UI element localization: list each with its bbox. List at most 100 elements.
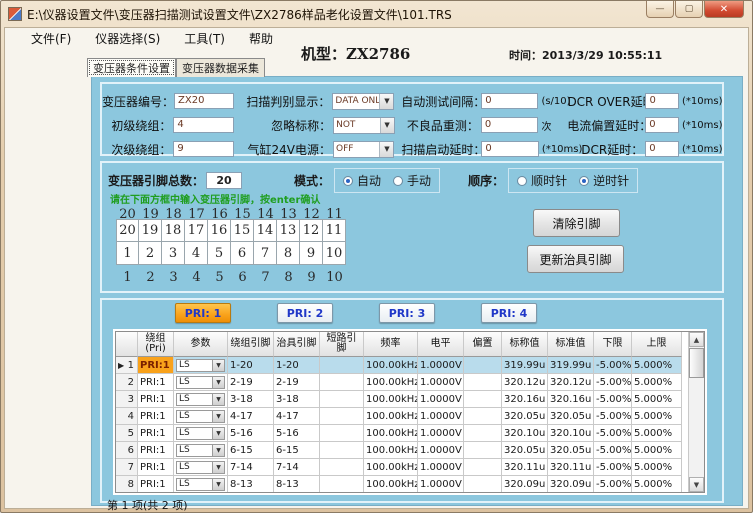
- standard-cell[interactable]: 320.05u: [548, 408, 594, 425]
- winding-pins-cell[interactable]: 7-14: [228, 459, 274, 476]
- dcr-over-delay-input[interactable]: 0: [645, 93, 679, 109]
- standard-cell[interactable]: 320.10u: [548, 425, 594, 442]
- chevron-down-icon[interactable]: ▼: [212, 428, 224, 439]
- fixture-pins-cell[interactable]: 2-19: [274, 374, 320, 391]
- param-select[interactable]: LS▼: [176, 444, 225, 457]
- level-cell[interactable]: 1.0000V: [418, 374, 464, 391]
- param-cell[interactable]: LS▼: [174, 476, 228, 493]
- order-option-1[interactable]: 顺时针: [517, 172, 567, 189]
- row-selector[interactable]: 2: [116, 374, 138, 391]
- nominal-cell[interactable]: 319.99u: [502, 357, 548, 374]
- fixture-pins-cell[interactable]: 4-17: [274, 408, 320, 425]
- pin-input-cell[interactable]: 8: [277, 242, 300, 265]
- chevron-down-icon[interactable]: ▼: [212, 411, 224, 422]
- scan-judge-display-select[interactable]: DATA ONLY▼: [332, 93, 394, 110]
- fixture-pins-cell[interactable]: 6-15: [274, 442, 320, 459]
- update-fixture-pins-button[interactable]: 更新治具引脚: [527, 245, 624, 273]
- pin-input-cell[interactable]: 2: [139, 242, 162, 265]
- current-bias-delay-input[interactable]: 0: [645, 117, 679, 133]
- titlebar[interactable]: E:\仪器设置文件\变压器扫描测试设置文件\ZX2786样品老化设置文件\101…: [1, 1, 752, 27]
- lower-limit-cell[interactable]: -5.00%: [594, 391, 632, 408]
- pri-1-button[interactable]: PRI: 1: [175, 303, 231, 323]
- nominal-cell[interactable]: 320.11u: [502, 459, 548, 476]
- pin-input-cell[interactable]: 3: [162, 242, 185, 265]
- param-select[interactable]: LS▼: [176, 410, 225, 423]
- table-row[interactable]: 8PRI:1LS▼8-138-13100.00kHz1.0000V320.09u…: [116, 476, 688, 493]
- upper-limit-cell[interactable]: 5.000%: [632, 425, 682, 442]
- auto-test-interval-input[interactable]: 0: [481, 93, 538, 109]
- standard-cell[interactable]: 320.16u: [548, 391, 594, 408]
- chevron-down-icon[interactable]: ▼: [379, 142, 393, 157]
- nominal-cell[interactable]: 320.09u: [502, 476, 548, 493]
- frequency-cell[interactable]: 100.00kHz: [364, 442, 418, 459]
- row-selector[interactable]: 5: [116, 425, 138, 442]
- winding-cell[interactable]: PRI:1: [138, 459, 174, 476]
- short-pins-cell[interactable]: [320, 476, 364, 493]
- pin-input-cell[interactable]: 9: [300, 242, 323, 265]
- frequency-cell[interactable]: 100.00kHz: [364, 459, 418, 476]
- level-cell[interactable]: 1.0000V: [418, 459, 464, 476]
- param-cell[interactable]: LS▼: [174, 391, 228, 408]
- winding-pins-cell[interactable]: 5-16: [228, 425, 274, 442]
- frequency-cell[interactable]: 100.00kHz: [364, 425, 418, 442]
- retest-count-input[interactable]: 0: [481, 117, 539, 133]
- chevron-down-icon[interactable]: ▼: [212, 394, 224, 405]
- lower-limit-cell[interactable]: -5.00%: [594, 459, 632, 476]
- transformer-id-input[interactable]: ZX20: [174, 93, 234, 109]
- standard-cell[interactable]: 320.09u: [548, 476, 594, 493]
- row-selector[interactable]: 3: [116, 391, 138, 408]
- maximize-icon[interactable]: ▢: [675, 1, 703, 18]
- frequency-cell[interactable]: 100.00kHz: [364, 357, 418, 374]
- lower-limit-cell[interactable]: -5.00%: [594, 442, 632, 459]
- table-row[interactable]: ▶1PRI:1LS▼1-201-20100.00kHz1.0000V319.99…: [116, 357, 688, 374]
- short-pins-cell[interactable]: [320, 408, 364, 425]
- winding-cell[interactable]: PRI:1: [138, 374, 174, 391]
- scan-start-delay-input[interactable]: 0: [481, 141, 539, 157]
- scroll-up-icon[interactable]: ▲: [689, 332, 704, 347]
- level-cell[interactable]: 1.0000V: [418, 408, 464, 425]
- bias-cell[interactable]: [464, 391, 502, 408]
- lower-limit-cell[interactable]: -5.00%: [594, 476, 632, 493]
- winding-cell[interactable]: PRI:1: [138, 391, 174, 408]
- param-cell[interactable]: LS▼: [174, 425, 228, 442]
- pin-input-cell[interactable]: 15: [231, 219, 254, 242]
- upper-limit-cell[interactable]: 5.000%: [632, 442, 682, 459]
- close-icon[interactable]: ✕: [704, 1, 744, 18]
- bias-cell[interactable]: [464, 374, 502, 391]
- level-cell[interactable]: 1.0000V: [418, 391, 464, 408]
- winding-cell[interactable]: PRI:1: [138, 476, 174, 493]
- clear-pins-button[interactable]: 清除引脚: [533, 209, 620, 237]
- nominal-cell[interactable]: 320.10u: [502, 425, 548, 442]
- pin-input-cell[interactable]: 18: [162, 219, 185, 242]
- pin-input-cell[interactable]: 16: [208, 219, 231, 242]
- winding-pins-cell[interactable]: 4-17: [228, 408, 274, 425]
- pin-input-cell[interactable]: 17: [185, 219, 208, 242]
- order-option-2[interactable]: 逆时针: [579, 172, 629, 189]
- level-cell[interactable]: 1.0000V: [418, 476, 464, 493]
- pin-input-cell[interactable]: 4: [185, 242, 208, 265]
- param-cell[interactable]: LS▼: [174, 442, 228, 459]
- pin-total-input[interactable]: 20: [206, 172, 242, 189]
- param-cell[interactable]: LS▼: [174, 408, 228, 425]
- primary-winding-input[interactable]: 4: [173, 117, 234, 133]
- lower-limit-cell[interactable]: -5.00%: [594, 374, 632, 391]
- param-cell[interactable]: LS▼: [174, 374, 228, 391]
- upper-limit-cell[interactable]: 5.000%: [632, 476, 682, 493]
- pin-input-cell[interactable]: 11: [323, 219, 346, 242]
- frequency-cell[interactable]: 100.00kHz: [364, 476, 418, 493]
- row-selector[interactable]: 7: [116, 459, 138, 476]
- pin-input-cell[interactable]: 13: [277, 219, 300, 242]
- winding-cell[interactable]: PRI:1: [138, 357, 174, 374]
- lower-limit-cell[interactable]: -5.00%: [594, 357, 632, 374]
- winding-cell[interactable]: PRI:1: [138, 408, 174, 425]
- ignore-nominal-select[interactable]: NOT▼: [333, 117, 394, 134]
- param-cell[interactable]: LS▼: [174, 357, 228, 374]
- param-select[interactable]: LS▼: [176, 478, 225, 491]
- nominal-cell[interactable]: 320.05u: [502, 408, 548, 425]
- winding-pins-cell[interactable]: 8-13: [228, 476, 274, 493]
- tab-data-collection[interactable]: 变压器数据采集: [176, 58, 265, 77]
- level-cell[interactable]: 1.0000V: [418, 357, 464, 374]
- row-selector[interactable]: 6: [116, 442, 138, 459]
- frequency-cell[interactable]: 100.00kHz: [364, 408, 418, 425]
- table-scrollbar[interactable]: ▲ ▼: [688, 332, 704, 492]
